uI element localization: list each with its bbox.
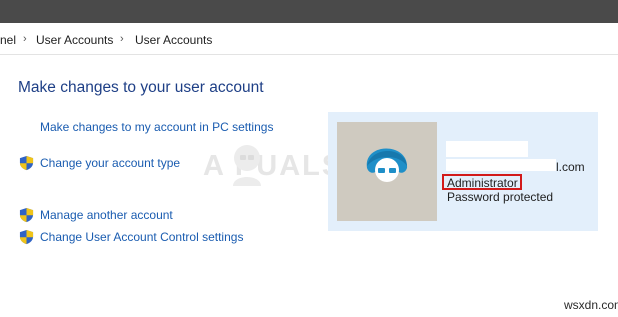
account-type-label: Administrator <box>447 176 518 190</box>
uac-shield-icon <box>19 207 34 223</box>
site-watermark: wsxdn.com <box>564 298 618 312</box>
uac-settings-link[interactable]: Change User Account Control settings <box>40 230 243 244</box>
watermark-text: A PUALS <box>203 150 344 182</box>
breadcrumb-item-control-panel[interactable]: nel <box>0 33 16 47</box>
breadcrumb-item-user-accounts[interactable]: User Accounts <box>36 33 113 47</box>
breadcrumb: nel › User Accounts › User Accounts <box>0 24 618 55</box>
breadcrumb-separator: › <box>120 33 124 45</box>
password-status-label: Password protected <box>447 190 554 204</box>
manage-another-account-link[interactable]: Manage another account <box>40 208 173 222</box>
pc-settings-link[interactable]: Make changes to my account in PC setting… <box>40 120 273 134</box>
user-avatar <box>337 122 437 221</box>
uac-shield-icon <box>19 229 34 245</box>
account-email-suffix: l.com <box>556 160 585 174</box>
window-titlebar <box>0 0 618 23</box>
page-title: Make changes to your user account <box>18 79 264 96</box>
change-account-type-link[interactable]: Change your account type <box>40 156 180 170</box>
breadcrumb-separator: › <box>23 33 27 45</box>
default-user-avatar-icon <box>366 148 408 182</box>
uac-shield-icon <box>19 155 34 171</box>
redacted-account-name <box>446 141 528 157</box>
account-type-highlight: Administrator <box>442 174 522 190</box>
redacted-account-email <box>446 159 556 171</box>
watermark-mascot-icon <box>233 145 261 186</box>
breadcrumb-item-user-accounts-current[interactable]: User Accounts <box>135 33 212 47</box>
